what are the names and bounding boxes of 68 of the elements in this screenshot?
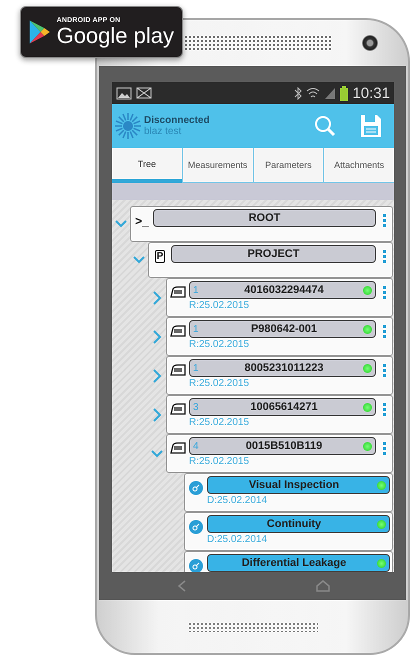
node-label: 0015B510B119: [244, 440, 324, 452]
sunburst-logo-icon: [114, 112, 142, 140]
chevron-icon[interactable]: [151, 408, 163, 422]
iron-icon: [170, 442, 186, 454]
terminal-icon: >_: [135, 214, 149, 228]
node-date: R:25.02.2015: [189, 378, 250, 389]
status-light-icon: [377, 558, 386, 568]
battery-icon: [340, 86, 348, 100]
node-index: 4: [193, 440, 200, 452]
node-date: D:25.02.2014: [207, 534, 268, 545]
status-light-icon: [377, 520, 386, 528]
node-date: R:25.02.2015: [189, 417, 250, 428]
node-date: D:25.02.2014: [207, 495, 268, 506]
gauge-icon: [189, 481, 203, 495]
tree-node-card[interactable]: >_ ROOT: [130, 206, 393, 242]
node-label: 10065614271: [249, 401, 319, 413]
connection-title: Disconnected: [144, 115, 210, 126]
badge-name: Google play: [56, 24, 174, 48]
node-date: R:25.02.2015: [189, 300, 250, 311]
iron-icon: [170, 325, 186, 337]
tree-node-card[interactable]: Visual Inspection D:25.02.2014: [184, 473, 393, 512]
tree-node-card[interactable]: 3 10065614271 R:25.02.2015: [166, 395, 393, 434]
node-index: 1: [193, 284, 200, 296]
tree-node-card[interactable]: 1 8005231011223 R:25.02.2015: [166, 356, 393, 395]
node-label: Continuity: [266, 518, 322, 530]
status-light-icon: [363, 364, 372, 372]
iron-icon: [170, 286, 186, 298]
node-label: 8005231011223: [244, 362, 324, 374]
tree-node-card[interactable]: 1 P980642-001 R:25.02.2015: [166, 317, 393, 356]
status-light-icon: [363, 286, 372, 294]
image-icon: [116, 86, 132, 100]
home-icon[interactable]: [316, 580, 330, 592]
tree-node-card[interactable]: Continuity D:25.02.2014: [184, 512, 393, 551]
iron-icon: [170, 403, 186, 415]
status-light-icon: [363, 402, 372, 412]
gauge-icon: [189, 559, 203, 572]
tree-node-card[interactable]: P PROJECT: [148, 242, 393, 278]
node-index: 3: [193, 402, 200, 412]
node-date: R:25.02.2015: [189, 339, 250, 350]
mail-icon: [136, 87, 152, 99]
clock-time: 10:31: [352, 84, 390, 102]
node-label: 4016032294474: [243, 284, 325, 296]
bluetooth-icon: [294, 86, 302, 100]
iron-icon: [170, 364, 186, 376]
node-date: R:25.02.2015: [189, 456, 250, 467]
tree-node-card[interactable]: 1 4016032294474 R:25.02.2015: [166, 278, 393, 317]
tree-node-card[interactable]: Differential Leakage: [184, 551, 393, 572]
gauge-icon: [189, 520, 203, 534]
chevron-icon[interactable]: [151, 290, 163, 304]
signal-icon: [324, 86, 336, 100]
tree-node-card[interactable]: 4 0015B510B119 R:25.02.2015: [166, 434, 393, 473]
node-label: PROJECT: [246, 248, 300, 260]
wifi-icon: [306, 86, 320, 100]
node-index: 1: [193, 362, 200, 374]
node-label: Differential Leakage: [240, 557, 348, 569]
node-label: ROOT: [248, 212, 282, 224]
node-label: Visual Inspection: [248, 479, 340, 491]
node-index: 1: [193, 324, 200, 334]
status-light-icon: [377, 480, 386, 490]
status-light-icon: [363, 442, 372, 450]
chevron-icon[interactable]: [151, 368, 163, 382]
status-light-icon: [363, 324, 372, 334]
node-label: P980642-001: [250, 323, 318, 335]
connection-subtitle: blaz test: [144, 126, 182, 137]
project-icon: P: [154, 250, 166, 263]
chevron-icon[interactable]: [151, 330, 163, 344]
camera-icon: [362, 35, 378, 51]
back-icon[interactable]: [176, 580, 186, 592]
